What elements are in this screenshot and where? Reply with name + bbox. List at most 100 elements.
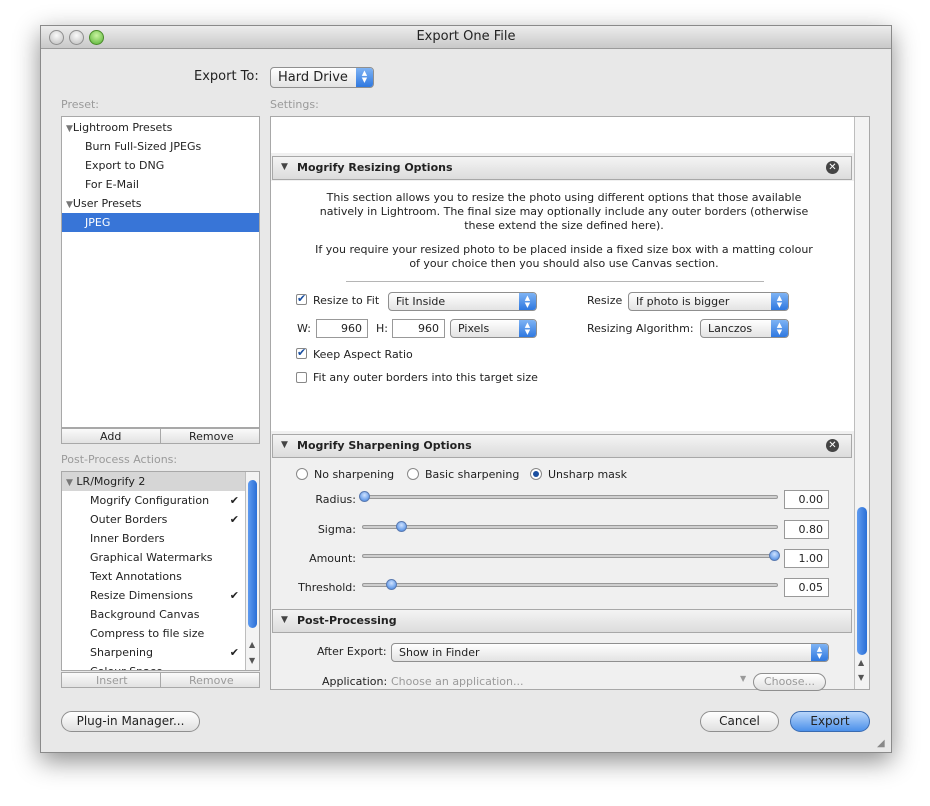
slider-label: Sigma: (317, 523, 356, 536)
action-list-item[interactable]: Text Annotations (62, 567, 239, 586)
title-bar[interactable]: Export One File (41, 26, 891, 49)
preset-item[interactable]: Burn Full-Sized JPEGs (62, 137, 259, 156)
algorithm-label: Resizing Algorithm: (587, 322, 694, 335)
slider-knob[interactable] (385, 579, 397, 590)
resizing-description-1: This section allows you to resize the ph… (319, 191, 809, 232)
settings-scroll-thumb[interactable] (857, 507, 867, 655)
action-list-item[interactable]: Compress to file size (62, 624, 239, 643)
fit-outer-borders-checkbox[interactable] (296, 372, 307, 383)
post-process-actions-label: Post-Process Actions: (61, 453, 178, 466)
close-x-icon[interactable]: ✕ (826, 161, 839, 174)
plugin-manager-button[interactable]: Plug-in Manager... (61, 711, 200, 732)
actions-scroll-thumb[interactable] (248, 480, 257, 628)
action-list-item[interactable]: Mogrify Configuration ✔ (62, 491, 239, 510)
plugin-group-lr-mogrify[interactable]: ▼ LR/Mogrify 2 (62, 472, 245, 491)
scroll-up-icon[interactable]: ▲ (858, 658, 864, 667)
checkmark-icon: ✔ (229, 589, 239, 602)
radio-no-sharpening-label: No sharpening (314, 468, 395, 481)
popup-arrows-icon: ▲ ▼ (519, 293, 536, 310)
action-list-item[interactable]: Outer Borders ✔ (62, 510, 239, 529)
preset-item[interactable]: Export to DNG (62, 156, 259, 175)
sharpening-section-header[interactable]: ▼ Mogrify Sharpening Options ✕ (272, 434, 852, 458)
choose-application-button[interactable]: Choose... (753, 673, 826, 691)
slider-track[interactable] (362, 583, 778, 587)
preset-item-selected[interactable]: JPEG (62, 213, 259, 232)
algorithm-popup[interactable]: Lanczos ▲ ▼ (700, 319, 789, 338)
checkmark-icon: ✔ (229, 646, 239, 659)
preset-item[interactable]: For E-Mail (62, 175, 259, 194)
slider-label: Radius: (315, 493, 356, 506)
slider-track[interactable] (362, 495, 778, 499)
close-x-icon[interactable]: ✕ (826, 439, 839, 452)
checkmark-icon: ✔ (229, 494, 239, 507)
action-list-item[interactable]: Background Canvas (62, 605, 239, 624)
radio-no-sharpening[interactable] (296, 468, 308, 480)
disclosure-triangle-icon: ▼ (281, 162, 288, 172)
radio-unsharp-mask[interactable] (530, 468, 542, 480)
resize-to-fit-checkbox[interactable]: ✔ (296, 292, 307, 305)
post-processing-section-header[interactable]: ▼ Post-Processing (272, 609, 852, 633)
popup-arrows-icon: ▲ ▼ (771, 293, 788, 310)
settings-scrollbar[interactable]: ▲ ▼ (854, 117, 869, 689)
keep-aspect-ratio-label: Keep Aspect Ratio (313, 348, 413, 361)
actions-scrollbar[interactable]: ▲ ▼ (245, 472, 259, 670)
after-export-popup[interactable]: Show in Finder ▲ ▼ (391, 643, 829, 662)
slider-label: Amount: (309, 552, 356, 565)
slider-knob[interactable] (769, 550, 780, 561)
window-title: Export One File (416, 29, 516, 44)
resize-grip-icon[interactable]: ◢ (877, 738, 885, 749)
fit-mode-popup[interactable]: Fit Inside ▲ ▼ (388, 292, 537, 311)
slider-value-input[interactable]: 0.00 (784, 490, 829, 509)
application-label: Application: (322, 675, 388, 688)
preset-remove-button[interactable]: Remove (160, 428, 260, 444)
slider-knob[interactable] (395, 521, 407, 532)
slider-value-input[interactable]: 0.80 (784, 520, 829, 539)
action-list-item[interactable]: Graphical Watermarks (62, 548, 239, 567)
scroll-down-icon[interactable]: ▼ (249, 656, 255, 665)
popup-arrows-icon: ▲ ▼ (356, 68, 373, 87)
resizing-section-header[interactable]: ▼ Mogrify Resizing Options ✕ (272, 156, 852, 180)
action-item-label: Mogrify Configuration (90, 494, 210, 507)
resize-condition-popup[interactable]: If photo is bigger ▲ ▼ (628, 292, 789, 311)
action-remove-button[interactable]: Remove (160, 672, 260, 688)
scroll-up-icon[interactable]: ▲ (249, 640, 255, 649)
post-processing-section-title: Post-Processing (297, 614, 397, 627)
export-button[interactable]: Export (790, 711, 870, 732)
radio-basic-sharpening[interactable] (407, 468, 419, 480)
height-input[interactable]: 960 (392, 319, 445, 338)
cancel-button[interactable]: Cancel (700, 711, 779, 732)
action-list-item[interactable]: Inner Borders (62, 529, 239, 548)
action-list-item[interactable]: Colour Space (62, 662, 239, 670)
action-list-item[interactable]: Sharpening ✔ (62, 643, 239, 662)
resizing-description-2: If you require your resized photo to be … (315, 243, 813, 270)
disclosure-triangle-icon: ▼ (281, 440, 288, 450)
action-list-item[interactable]: Resize Dimensions ✔ (62, 586, 239, 605)
keep-aspect-ratio-checkbox[interactable]: ✔ (296, 346, 307, 359)
checkmark-icon: ✔ (297, 292, 307, 305)
width-input[interactable]: 960 (316, 319, 368, 338)
export-to-label: Export To: (194, 69, 259, 84)
after-export-label: After Export: (317, 645, 387, 658)
action-item-label: Compress to file size (90, 627, 205, 640)
preset-group-lightroom[interactable]: ▼Lightroom Presets (66, 118, 259, 137)
export-to-popup[interactable]: Hard Drive ▲ ▼ (270, 67, 374, 88)
action-item-label: Background Canvas (90, 608, 200, 621)
units-popup[interactable]: Pixels ▲ ▼ (450, 319, 537, 338)
sharpening-section-title: Mogrify Sharpening Options (297, 439, 472, 452)
application-combo[interactable]: Choose an application... (391, 675, 523, 688)
checkmark-icon: ✔ (297, 346, 307, 359)
action-insert-button[interactable]: Insert (61, 672, 161, 688)
preset-add-button[interactable]: Add (61, 428, 161, 444)
slider-track[interactable] (362, 525, 778, 529)
slider-knob[interactable] (359, 491, 370, 502)
combo-arrow-icon[interactable]: ▼ (740, 674, 746, 683)
height-label: H: (376, 322, 388, 335)
preset-list: ▼Lightroom Presets Burn Full-Sized JPEGs… (61, 116, 260, 428)
scroll-down-icon[interactable]: ▼ (858, 673, 864, 682)
preset-group-user[interactable]: ▼User Presets (66, 194, 259, 213)
slider-value-input[interactable]: 1.00 (784, 549, 829, 568)
popup-arrows-icon: ▲ ▼ (771, 320, 788, 337)
slider-value-input[interactable]: 0.05 (784, 578, 829, 597)
preset-label: Preset: (61, 98, 100, 111)
slider-track[interactable] (362, 554, 778, 558)
